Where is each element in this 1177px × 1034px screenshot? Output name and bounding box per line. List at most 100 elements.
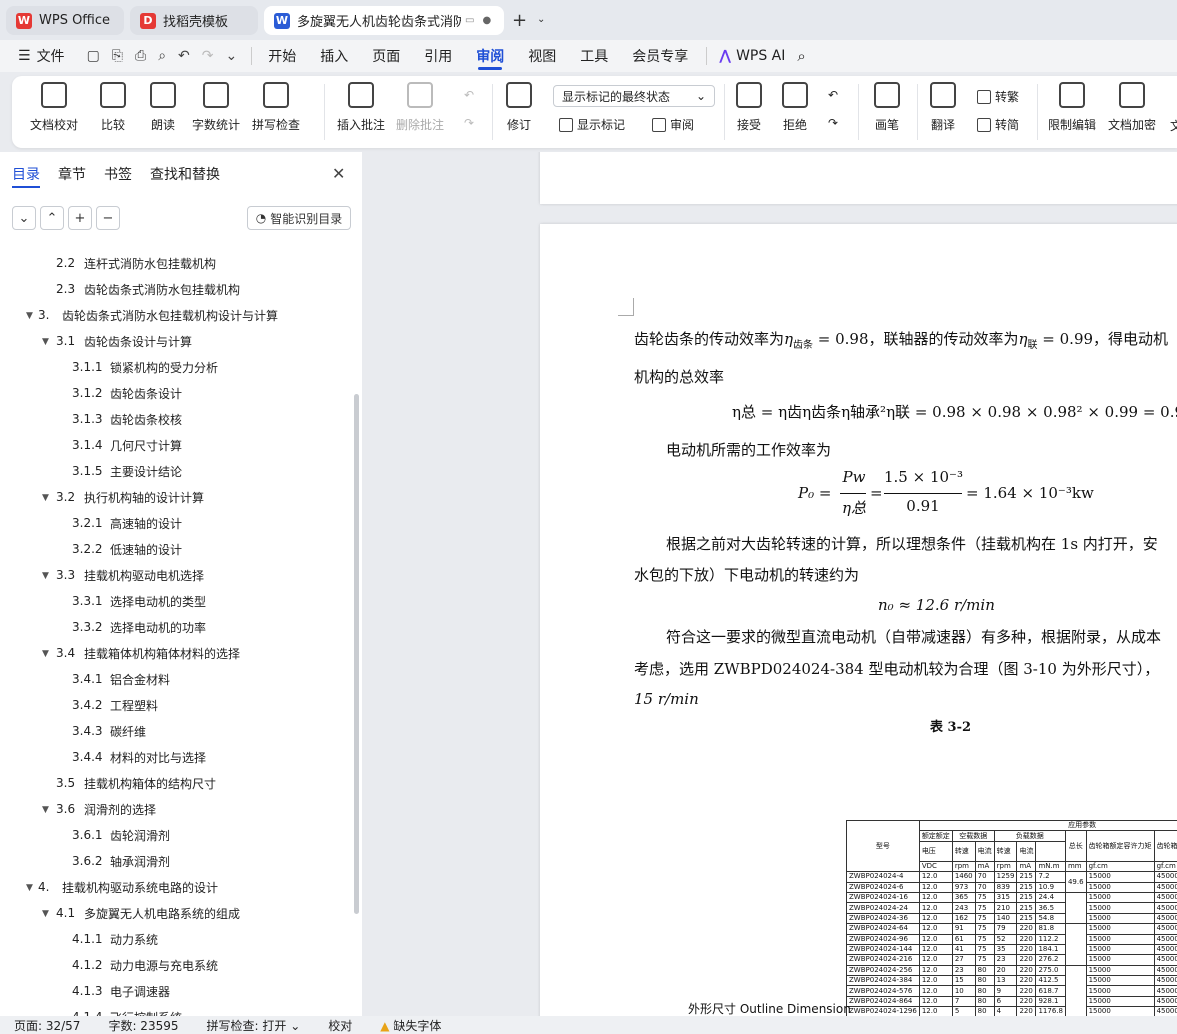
prev-comment-icon[interactable]: ↶ — [464, 88, 474, 102]
smart-toc-button[interactable]: ◔ 智能识别目录 — [247, 206, 351, 230]
toc-item[interactable]: 3.5 挂载机构箱体的结构尺寸 — [56, 770, 216, 796]
doc-check-button[interactable]: 文档校对 — [30, 82, 78, 133]
tab-toc[interactable]: 目录 — [12, 164, 40, 184]
toc-item[interactable]: 3.1.2 齿轮齿条设计 — [72, 380, 182, 406]
chevron-up-icon[interactable]: ⌃ — [40, 206, 64, 230]
show-markup-button[interactable]: 显示标记 — [559, 116, 625, 133]
spell-check-button[interactable]: 拼写检查 — [252, 82, 300, 133]
revise-button[interactable]: 修订 — [506, 82, 532, 133]
collapse-chevron-down-icon[interactable]: ⌄ — [12, 206, 36, 230]
page-indicator[interactable]: 页面: 32/57 — [0, 1017, 94, 1034]
toc-item[interactable]: 3.1.5 主要设计结论 — [72, 458, 182, 484]
toc-item[interactable]: 2.3 齿轮齿条式消防水包挂载机构 — [56, 276, 240, 302]
insert-comment-button[interactable]: 插入批注 — [337, 82, 385, 133]
expand-arrow-icon[interactable]: ▼ — [42, 909, 49, 919]
toc-item[interactable]: 4. 挂载机构驱动系统电路的设计 — [38, 874, 218, 900]
new-tab-plus-icon[interactable]: + — [512, 10, 527, 31]
menu-start[interactable]: 开始 — [256, 40, 308, 72]
toc-item[interactable]: 3.2 执行机构轴的设计计算 — [56, 484, 204, 510]
toc-item[interactable]: 3.3.2 选择电动机的功率 — [72, 614, 206, 640]
monitor-icon[interactable]: ▭ — [465, 15, 474, 26]
more-chevron-icon[interactable]: ⌄ — [226, 48, 238, 64]
add-heading-icon[interactable]: + — [68, 206, 92, 230]
reject-button[interactable]: 拒绝 — [782, 82, 808, 133]
toc-item[interactable]: 3.6.1 齿轮润滑剂 — [72, 822, 170, 848]
doc-encrypt-button[interactable]: 文档加密 — [1108, 82, 1156, 133]
menu-view[interactable]: 视图 — [516, 40, 568, 72]
toc-item[interactable]: 3.1.4 几何尺寸计算 — [72, 432, 182, 458]
tab-document[interactable]: W 多旋翼无人机齿轮齿条式消防水 ▭ ● — [264, 6, 504, 35]
toc-item[interactable]: 4.1.4飞行控制系统 — [72, 1004, 182, 1016]
next-comment-icon[interactable]: ↷ — [464, 116, 474, 130]
remove-heading-icon[interactable]: − — [96, 206, 120, 230]
menu-page[interactable]: 页面 — [360, 40, 412, 72]
print-icon[interactable]: ⎙ — [135, 48, 146, 64]
tab-find-replace[interactable]: 查找和替换 — [150, 164, 220, 184]
wps-ai-button[interactable]: ⋀ WPS AI — [713, 40, 791, 72]
delete-comment-button[interactable]: 删除批注 — [396, 82, 444, 133]
save-icon[interactable]: ▢ — [87, 48, 100, 64]
menu-tools[interactable]: 工具 — [568, 40, 620, 72]
spell-check-status[interactable]: 拼写检查: 打开 ⌄ — [193, 1017, 315, 1034]
close-icon[interactable]: ✕ — [332, 164, 345, 183]
expand-arrow-icon[interactable]: ▼ — [42, 493, 49, 503]
expand-arrow-icon[interactable]: ▼ — [42, 571, 49, 581]
toc-item[interactable]: 4.1.2 动力电源与充电系统 — [72, 952, 218, 978]
toc-item[interactable]: 3.4 挂载箱体机构箱体材料的选择 — [56, 640, 240, 666]
toc-item[interactable]: 3.6.2 轴承润滑剂 — [72, 848, 170, 874]
toc-item[interactable]: 4.1 多旋翼无人机电路系统的组成 — [56, 900, 240, 926]
markup-state-select[interactable]: 显示标记的最终状态 ⌄ — [553, 85, 715, 107]
word-count-button[interactable]: 字数统计 — [192, 82, 240, 133]
toc-item[interactable]: 3.1.3 齿轮齿条校核 — [72, 406, 182, 432]
tab-close-dot-icon[interactable]: ● — [482, 15, 491, 26]
to-traditional-button[interactable]: 转繁 — [977, 88, 1019, 105]
toc-item[interactable]: 4.1.3 电子调速器 — [72, 978, 170, 1004]
menu-references[interactable]: 引用 — [412, 40, 464, 72]
translate-button[interactable]: 翻译 — [930, 82, 956, 133]
menu-insert[interactable]: 插入 — [308, 40, 360, 72]
toc-item[interactable]: 4.1.1 动力系统 — [72, 926, 158, 952]
menu-member[interactable]: 会员专享 — [620, 40, 700, 72]
more-ribbon-item[interactable]: 文 — [1170, 117, 1177, 134]
prev-change-icon[interactable]: ↶ — [828, 88, 838, 102]
toc-item[interactable]: 3. 齿轮齿条式消防水包挂载机构设计与计算 — [38, 302, 278, 328]
review-pane-button[interactable]: 审阅 — [652, 116, 694, 133]
compare-button[interactable]: 比较 — [100, 82, 126, 133]
toc-item[interactable]: 3.4.3 碳纤维 — [72, 718, 146, 744]
tab-docer[interactable]: D 找稻壳模板 — [130, 6, 258, 35]
to-simplified-button[interactable]: 转简 — [977, 116, 1019, 133]
redo-icon[interactable]: ↷ — [202, 48, 214, 64]
toc-item[interactable]: 3.2.1 高速轴的设计 — [72, 510, 182, 536]
expand-arrow-icon[interactable]: ▼ — [42, 649, 49, 659]
toc-item[interactable]: 3.6 润滑剂的选择 — [56, 796, 156, 822]
restrict-edit-button[interactable]: 限制编辑 — [1048, 82, 1096, 133]
next-change-icon[interactable]: ↷ — [828, 116, 838, 130]
toc-item[interactable]: 3.1 齿轮齿条设计与计算 — [56, 328, 192, 354]
export-pdf-icon[interactable]: ⎘ — [112, 48, 123, 64]
toc-item[interactable]: 3.4.2 工程塑料 — [72, 692, 158, 718]
print-preview-icon[interactable]: ⌕ — [158, 48, 166, 64]
chevron-down-icon[interactable]: ⌄ — [537, 14, 545, 25]
document-canvas[interactable]: 齿轮齿条的传动效率为η齿条 = 0.98，联轴器的传动效率为η联 = 0.99，… — [362, 152, 1177, 1016]
search-icon[interactable]: ⌕ — [791, 40, 811, 72]
tab-bookmarks[interactable]: 书签 — [104, 164, 132, 184]
current-page[interactable]: 齿轮齿条的传动效率为η齿条 = 0.98，联轴器的传动效率为η联 = 0.99，… — [540, 224, 1177, 1016]
toc-item[interactable]: 3.4.1 铝合金材料 — [72, 666, 170, 692]
toc-item[interactable]: 3.3 挂载机构驱动电机选择 — [56, 562, 204, 588]
toc-item[interactable]: 3.4.4 材料的对比与选择 — [72, 744, 206, 770]
expand-arrow-icon[interactable]: ▼ — [26, 883, 33, 893]
file-menu[interactable]: ☰ 文件 — [0, 40, 77, 72]
toc-item[interactable]: 3.2.2 低速轴的设计 — [72, 536, 182, 562]
toc-item[interactable]: 3.1.1 锁紧机构的受力分析 — [72, 354, 218, 380]
read-aloud-button[interactable]: 朗读 — [150, 82, 176, 133]
accept-button[interactable]: 接受 — [736, 82, 762, 133]
tab-wps-office[interactable]: W WPS Office — [6, 6, 124, 35]
expand-arrow-icon[interactable]: ▼ — [42, 337, 49, 347]
word-count-indicator[interactable]: 字数: 23595 — [94, 1017, 192, 1034]
proofread-status[interactable]: 校对 — [314, 1017, 366, 1034]
expand-arrow-icon[interactable]: ▼ — [26, 311, 33, 321]
expand-arrow-icon[interactable]: ▼ — [42, 805, 49, 815]
toc-scrollbar[interactable] — [354, 394, 359, 914]
toc-item[interactable]: 3.3.1 选择电动机的类型 — [72, 588, 206, 614]
tab-chapters[interactable]: 章节 — [58, 164, 86, 184]
